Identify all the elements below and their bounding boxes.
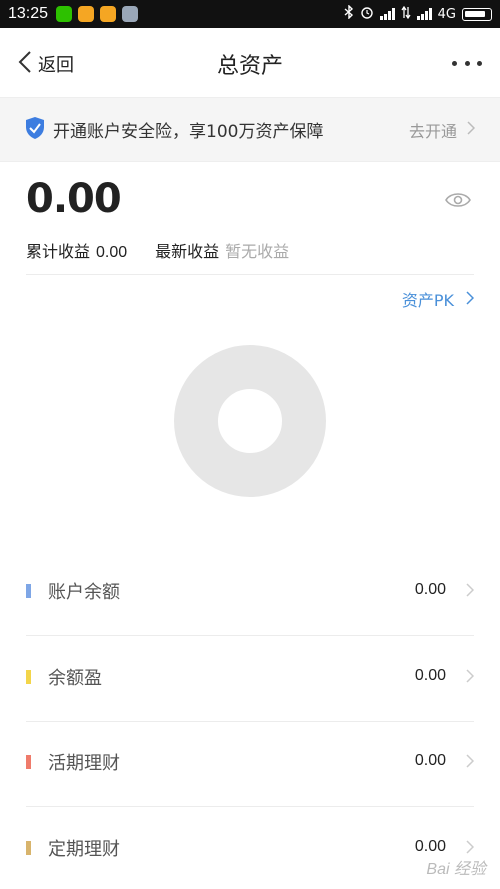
chevron-right-icon <box>466 582 475 601</box>
bluetooth-icon <box>344 4 354 23</box>
nav-bar: 返回 总资产 <box>0 28 500 98</box>
network-type: 4G <box>437 6 456 22</box>
color-marker <box>26 584 31 598</box>
asset-item-fixed-finance[interactable]: 定期理财 0.00 <box>0 807 500 889</box>
eye-icon[interactable] <box>444 190 472 214</box>
chevron-right-icon <box>466 290 475 309</box>
activate-label: 去开通 <box>408 121 457 141</box>
data-transfer-icon <box>401 5 411 23</box>
total-assets-value: 0.00 <box>26 176 122 222</box>
wechat-icon <box>56 6 73 22</box>
calendar-icon <box>122 6 139 22</box>
status-bar: 13:25 4G <box>0 0 500 28</box>
signal-icon <box>379 8 395 20</box>
status-time: 13:25 <box>8 5 49 22</box>
watermark-text: Bai 经验 <box>426 861 486 878</box>
cumulative-earnings-value: 0.00 <box>96 244 128 261</box>
asset-label: 余额盈 <box>48 668 102 689</box>
asset-label: 定期理财 <box>48 839 120 860</box>
more-dot-icon <box>464 60 470 66</box>
asset-value: 0.00 <box>414 667 446 684</box>
activate-link[interactable]: 去开通 <box>408 118 476 142</box>
asset-value: 0.00 <box>414 752 446 769</box>
chevron-right-icon <box>467 120 476 139</box>
asset-item-balance[interactable]: 账户余额 0.00 <box>0 550 500 636</box>
more-dot-icon <box>452 60 457 66</box>
latest-earnings-label: 最新收益 <box>155 242 220 261</box>
latest-earnings-value: 暂无收益 <box>225 242 290 261</box>
asset-value: 0.00 <box>414 838 446 855</box>
signal-icon-2 <box>416 8 432 20</box>
asset-label: 活期理财 <box>48 753 120 774</box>
chevron-right-icon <box>466 753 475 772</box>
asset-donut-chart <box>174 345 326 497</box>
asset-item-current-finance[interactable]: 活期理财 0.00 <box>0 721 500 807</box>
donut-ring <box>174 345 326 497</box>
color-marker <box>26 670 31 684</box>
asset-item-yuebao[interactable]: 余额盈 0.00 <box>0 636 500 722</box>
earnings-row: 累计收益 0.00 最新收益 暂无收益 <box>26 238 289 262</box>
alarm-icon <box>360 5 374 23</box>
asset-pk-link[interactable]: 资产PK <box>401 287 475 311</box>
more-dot-icon <box>477 60 482 66</box>
cumulative-earnings-label: 累计收益 <box>26 242 91 261</box>
divider <box>26 274 474 275</box>
asset-pk-label: 资产PK <box>401 291 454 310</box>
color-marker <box>26 841 31 855</box>
page-title: 总资产 <box>216 54 283 79</box>
color-marker <box>26 755 31 769</box>
battery-icon <box>462 7 492 21</box>
watermark: Bai 经验 <box>426 855 486 879</box>
shield-icon <box>25 116 45 144</box>
asset-value: 0.00 <box>414 581 446 598</box>
notification-app-icon-2 <box>100 6 117 22</box>
asset-label: 账户余额 <box>48 582 120 603</box>
banner-text: 开通账户安全险，享100万资产保障 <box>53 122 324 142</box>
chevron-right-icon <box>466 668 475 687</box>
insurance-banner[interactable]: 开通账户安全险，享100万资产保障 去开通 <box>0 98 500 162</box>
notification-app-icon <box>78 6 95 22</box>
more-button[interactable] <box>452 50 482 76</box>
